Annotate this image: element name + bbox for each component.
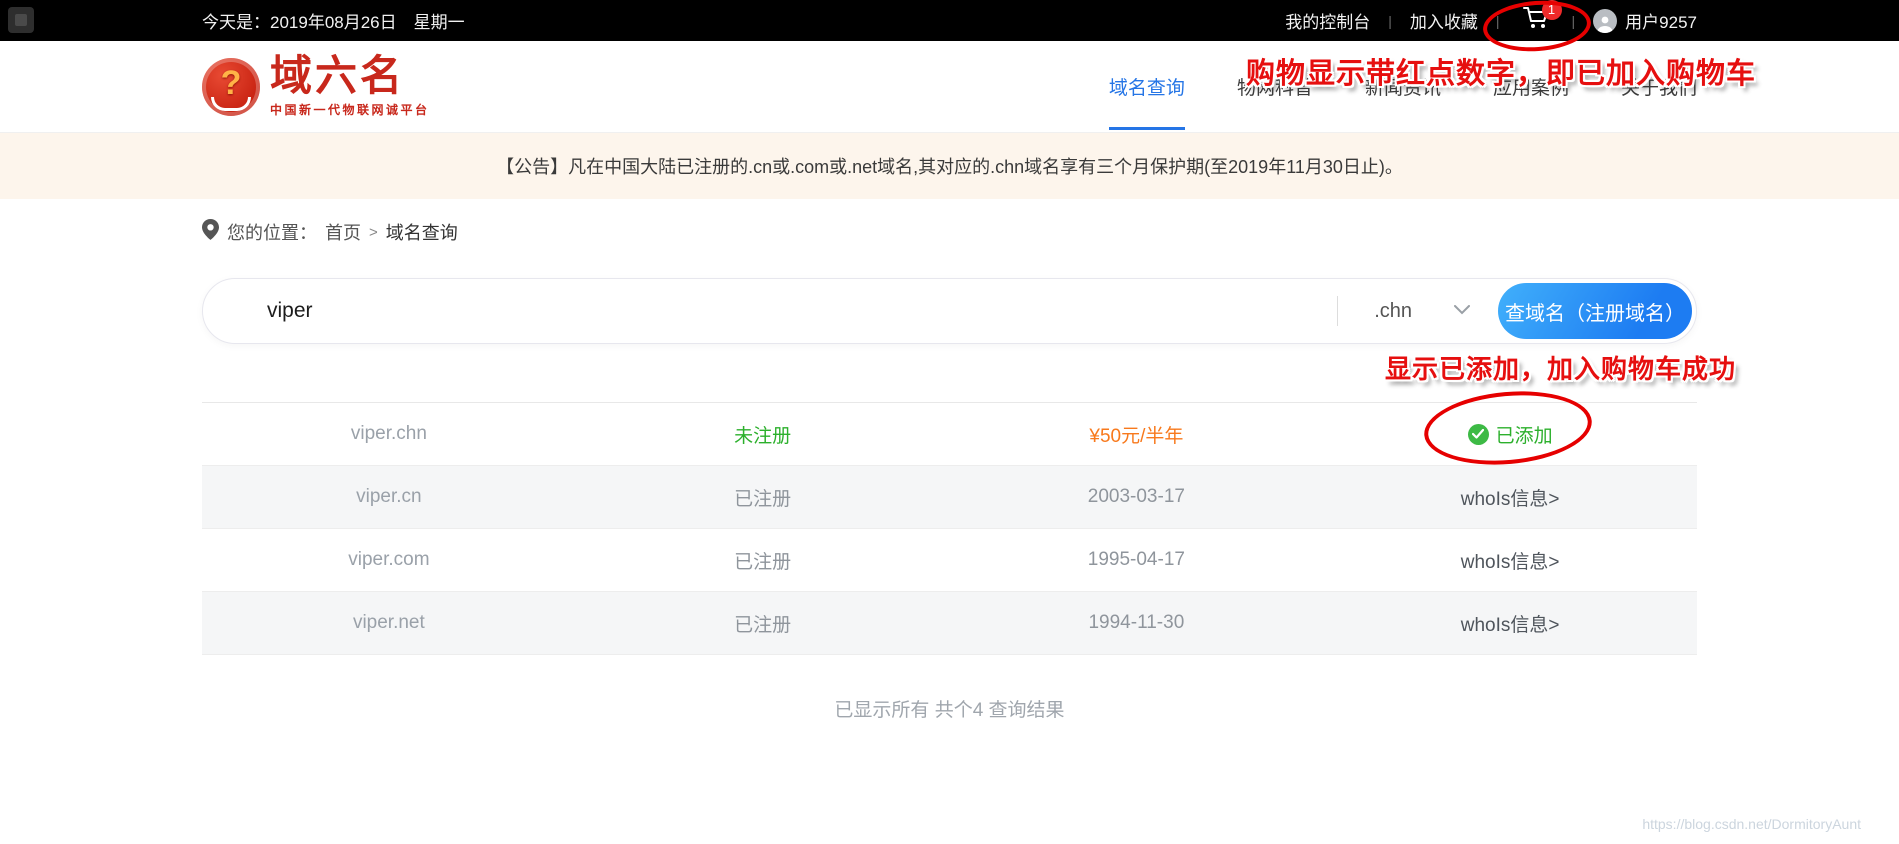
- breadcrumb: 您的位置： 首页 > 域名查询: [202, 219, 1697, 245]
- date-cell: 1994-11-30: [1088, 612, 1185, 633]
- date-cell: 1995-04-17: [1087, 549, 1185, 570]
- breadcrumb-separator: >: [369, 223, 378, 241]
- status-cell: 已注册: [734, 551, 792, 573]
- window-control-icon[interactable]: [8, 7, 34, 33]
- topbar-divider: |: [1571, 12, 1576, 29]
- whois-link[interactable]: whoIs信息>: [1323, 610, 1697, 637]
- tld-selected-value: .chn: [1374, 299, 1412, 322]
- user-avatar-icon: [1593, 8, 1618, 33]
- favorites-link[interactable]: 加入收藏: [1410, 8, 1478, 33]
- tld-select[interactable]: .chn: [1338, 300, 1498, 323]
- user-menu[interactable]: 用户9257: [1593, 8, 1697, 33]
- check-circle-icon: [1467, 423, 1489, 445]
- domain-cell: viper.chn: [350, 423, 427, 444]
- table-row: viper.net 已注册 1994-11-30 whoIs信息>: [202, 592, 1697, 655]
- table-row: viper.cn 已注册 2003-03-17 whoIs信息>: [202, 466, 1697, 529]
- chevron-down-icon: [1454, 302, 1470, 320]
- results-table: viper.chn 未注册 ¥50元/半年 已添加 viper.cn 已注册 2…: [202, 402, 1697, 655]
- domain-search-bar: .chn 查域名（注册域名）: [202, 278, 1697, 344]
- site-tagline: 中国新一代物联网诚平台: [270, 103, 430, 117]
- site-logo[interactable]: ? 域六名 中国新一代物联网诚平台: [202, 55, 430, 118]
- added-label: 已添加: [1495, 425, 1553, 447]
- cart-annotation-text: 购物显示带红点数字，即已加入购物车: [1246, 58, 1757, 90]
- breadcrumb-current: 域名查询: [385, 223, 458, 243]
- status-cell: 未注册: [734, 425, 792, 447]
- table-row: viper.com 已注册 1995-04-17 whoIs信息>: [202, 529, 1697, 592]
- location-pin-icon: [202, 219, 219, 245]
- username: 用户9257: [1625, 13, 1697, 32]
- domain-search-input[interactable]: [203, 299, 1338, 323]
- cart-badge: 1: [1541, 0, 1562, 20]
- status-cell: 已注册: [734, 614, 792, 636]
- added-to-cart-button[interactable]: 已添加: [1467, 421, 1553, 448]
- whois-link[interactable]: whoIs信息>: [1323, 547, 1697, 574]
- cart-button[interactable]: 1: [1518, 0, 1562, 36]
- table-row: viper.chn 未注册 ¥50元/半年 已添加: [202, 403, 1697, 466]
- announcement-text: 【公告】凡在中国大陆已注册的.cn或.com或.net域名,其对应的.chn域名…: [496, 157, 1403, 177]
- results-count-text: 已显示所有 共个4 查询结果: [834, 700, 1065, 721]
- date-cell: 2003-03-17: [1087, 486, 1185, 507]
- breadcrumb-prefix: 您的位置：: [227, 223, 317, 243]
- added-annotation-text: 显示已添加，加入购物车成功: [1385, 354, 1737, 384]
- domain-cell: viper.com: [348, 549, 430, 570]
- search-domain-button[interactable]: 查域名（注册域名）: [1498, 283, 1692, 339]
- topbar-divider: |: [1495, 12, 1500, 29]
- price-cell: ¥50元/半年: [1089, 425, 1184, 447]
- domain-cell: viper.cn: [356, 486, 422, 507]
- announcement-banner: 【公告】凡在中国大陆已注册的.cn或.com或.net域名,其对应的.chn域名…: [0, 133, 1899, 199]
- whois-link[interactable]: whoIs信息>: [1323, 484, 1697, 511]
- question-logo-icon: ?: [202, 57, 260, 116]
- domain-cell: viper.net: [352, 612, 425, 633]
- console-link[interactable]: 我的控制台: [1285, 8, 1370, 33]
- breadcrumb-home[interactable]: 首页: [325, 219, 361, 245]
- nav-domain-query[interactable]: 域名查询: [1108, 41, 1185, 132]
- watermark-url: https://blog.csdn.net/DormitoryAunt: [1642, 816, 1861, 832]
- page: 今天是：2019年08月26日 星期一 我的控制台 | 加入收藏 | 1 | 用…: [0, 0, 1899, 844]
- current-date: 今天是：2019年08月26日 星期一: [202, 13, 465, 32]
- topbar: 今天是：2019年08月26日 星期一 我的控制台 | 加入收藏 | 1 | 用…: [0, 0, 1899, 55]
- topbar-divider: |: [1388, 12, 1392, 29]
- site-name: 域六名: [270, 52, 406, 99]
- status-cell: 已注册: [734, 488, 792, 510]
